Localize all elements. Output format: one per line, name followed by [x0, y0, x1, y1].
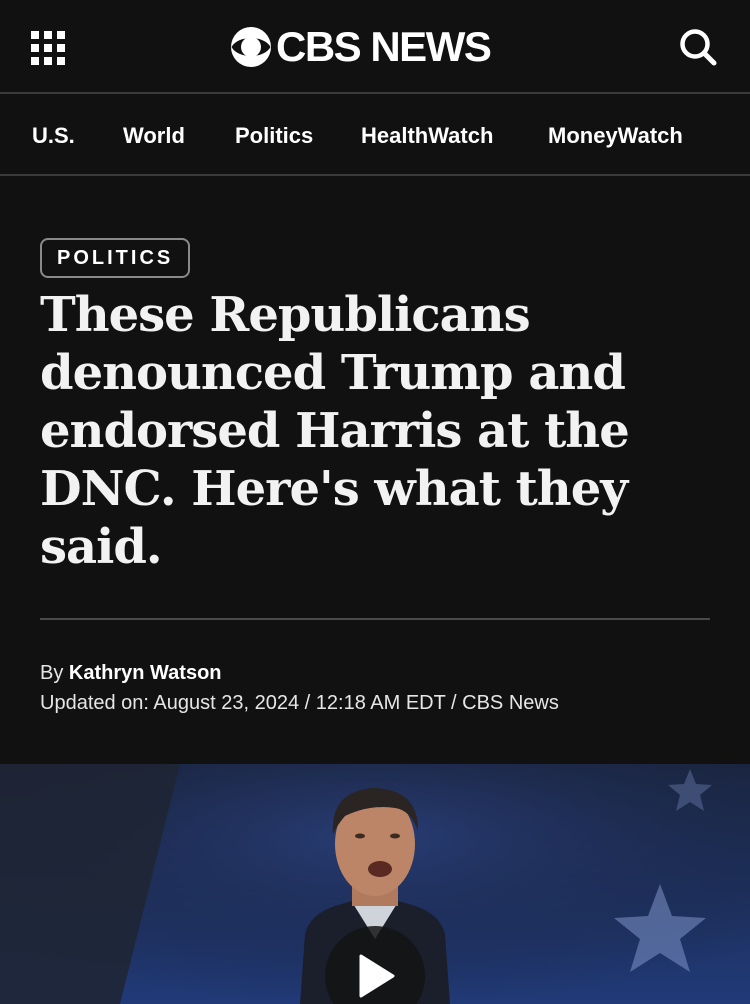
nav-item-politics[interactable]: Politics [235, 122, 313, 150]
author-link[interactable]: Kathryn Watson [69, 662, 222, 684]
updated-timestamp: Updated on: August 23, 2024 / 12:18 AM E… [40, 692, 559, 714]
cbs-eye-icon [231, 27, 271, 67]
search-icon[interactable] [678, 27, 718, 67]
nav-item-world[interactable]: World [123, 122, 185, 150]
nav-item-moneywatch[interactable]: MoneyWatch [548, 122, 683, 150]
byline: By Kathryn Watson [40, 660, 222, 686]
top-header: CBS NEWS [0, 0, 750, 94]
nav-item-healthwatch[interactable]: HealthWatch [361, 122, 493, 150]
play-icon [359, 954, 395, 998]
section-nav: U.S. World Politics HealthWatch MoneyWat… [0, 96, 750, 176]
byline-prefix: By [40, 662, 69, 684]
divider [40, 618, 710, 620]
article-headline: These Republicans denounced Trump and en… [40, 287, 630, 575]
nav-item-us[interactable]: U.S. [32, 122, 75, 150]
lead-video[interactable] [0, 764, 750, 1004]
cbs-news-logo[interactable]: CBS NEWS [230, 23, 492, 70]
grid-apps-icon[interactable] [31, 31, 65, 65]
logo-text: CBS NEWS [276, 23, 492, 70]
category-tag[interactable]: POLITICS [40, 238, 191, 278]
